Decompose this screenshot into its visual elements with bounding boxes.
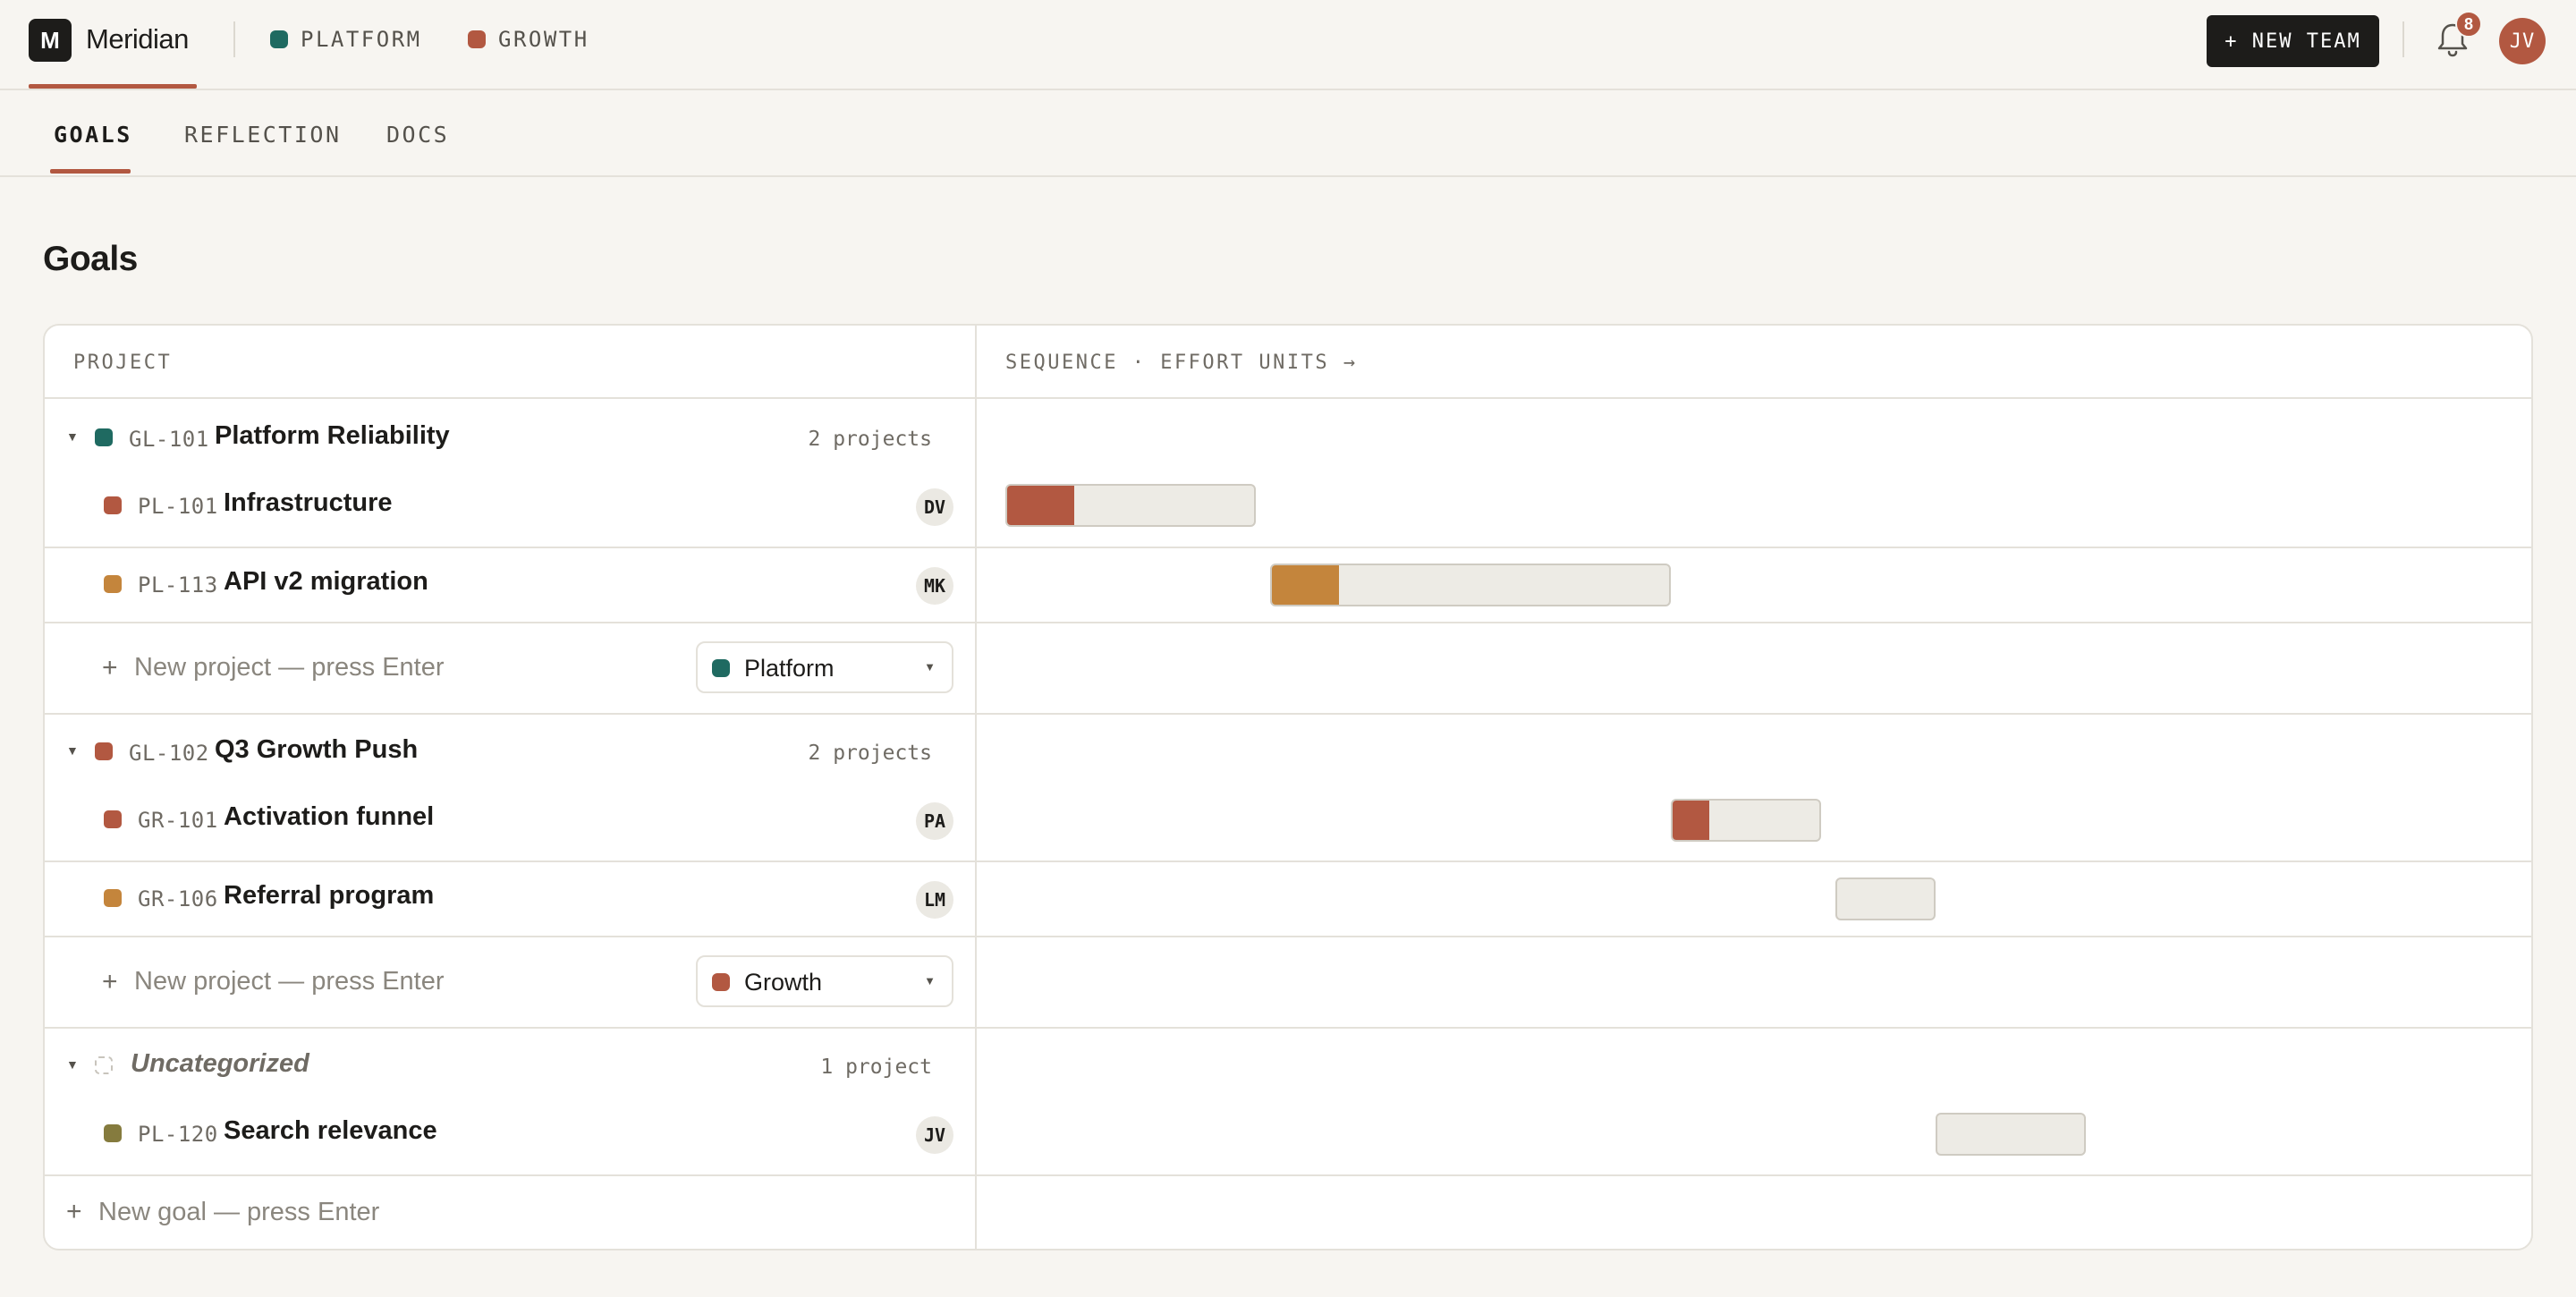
new-goal-input[interactable]: New goal — press Enter: [98, 1198, 379, 1227]
new-project-input[interactable]: New project — press Enter: [134, 967, 445, 996]
project-title[interactable]: API v2 migration: [224, 567, 428, 597]
effort-bar[interactable]: [1671, 799, 1821, 842]
project-id: GR-106: [138, 886, 218, 911]
project-title[interactable]: Search relevance: [224, 1116, 437, 1146]
goal-row[interactable]: ▼ Uncategorized 1 project: [45, 1029, 2531, 1102]
active-workspace-indicator: [29, 84, 197, 89]
project-color-dot: [104, 496, 122, 514]
goal-title[interactable]: Q3 Growth Push: [215, 735, 418, 765]
goal-color-dot: [95, 1056, 113, 1074]
owner-avatar[interactable]: MK: [916, 567, 953, 605]
project-color-dot: [104, 575, 122, 593]
team-label: GROWTH: [498, 27, 589, 52]
caret-down-icon[interactable]: ▼: [66, 743, 79, 758]
project-color-dot: [104, 810, 122, 828]
team-growth[interactable]: GROWTH: [468, 27, 589, 52]
team-platform[interactable]: PLATFORM: [270, 27, 422, 52]
app-logo[interactable]: M: [29, 19, 72, 62]
project-id: PL-113: [138, 572, 218, 598]
effort-bar-progress: [1272, 565, 1340, 605]
plus-icon: +: [102, 653, 118, 682]
owner-avatar[interactable]: JV: [916, 1116, 953, 1154]
tab-goals[interactable]: GOALS: [54, 122, 132, 148]
team-select-value: Growth: [744, 969, 823, 996]
project-id: PL-101: [138, 494, 218, 519]
project-title[interactable]: Infrastructure: [224, 488, 393, 518]
effort-bar-progress: [1673, 801, 1709, 840]
goal-title[interactable]: Platform Reliability: [215, 421, 450, 451]
project-title[interactable]: Activation funnel: [224, 802, 434, 832]
project-row[interactable]: GR-106 Referral program LM: [45, 862, 2531, 937]
goal-row[interactable]: ▼ GL-102 Q3 Growth Push 2 projects: [45, 715, 2531, 788]
project-id: PL-120: [138, 1122, 218, 1147]
team-color-dot: [468, 30, 486, 48]
effort-bar[interactable]: [1270, 564, 1671, 606]
new-project-row[interactable]: + New project — press Enter Growth ▼: [45, 937, 2531, 1029]
user-avatar[interactable]: JV: [2499, 18, 2546, 64]
new-project-row[interactable]: + New project — press Enter Platform ▼: [45, 623, 2531, 715]
effort-bar[interactable]: [1835, 877, 1936, 920]
tab-reflection[interactable]: REFLECTION: [184, 122, 342, 148]
tab-docs[interactable]: DOCS: [386, 122, 449, 148]
effort-bar[interactable]: [1936, 1113, 2086, 1156]
project-id: GR-101: [138, 808, 218, 833]
app-name: Meridian: [86, 23, 189, 55]
chevron-down-icon: ▼: [924, 974, 936, 988]
team-select[interactable]: Platform ▼: [696, 641, 953, 693]
team-color-dot: [712, 659, 730, 677]
team-color-dot: [270, 30, 288, 48]
caret-down-icon[interactable]: ▼: [66, 429, 79, 444]
divider: [2402, 21, 2404, 57]
column-header-project: PROJECT: [73, 352, 173, 374]
page-title: Goals: [43, 240, 138, 278]
plus-icon: +: [102, 967, 118, 996]
column-header-sequence: SEQUENCE · EFFORT UNITS →: [1005, 352, 1358, 374]
project-row[interactable]: PL-113 API v2 migration MK: [45, 548, 2531, 623]
project-row[interactable]: PL-120 Search relevance JV: [45, 1102, 2531, 1176]
chevron-down-icon: ▼: [924, 660, 936, 674]
effort-bar[interactable]: [1005, 484, 1256, 527]
plus-icon: +: [66, 1197, 82, 1226]
goal-id: GL-102: [129, 741, 209, 766]
team-select[interactable]: Growth ▼: [696, 955, 953, 1007]
goal-project-count: 2 projects: [808, 428, 932, 451]
team-label: PLATFORM: [301, 27, 422, 52]
tab-bar: GOALS REFLECTION DOCS: [0, 90, 2576, 177]
owner-avatar[interactable]: DV: [916, 488, 953, 526]
project-row[interactable]: GR-101 Activation funnel PA: [45, 788, 2531, 862]
new-project-input[interactable]: New project — press Enter: [134, 653, 445, 682]
project-color-dot: [104, 889, 122, 907]
project-row[interactable]: PL-101 Infrastructure DV: [45, 474, 2531, 548]
goal-color-dot: [95, 742, 113, 760]
notification-badge: 8: [2455, 11, 2482, 38]
owner-avatar[interactable]: PA: [916, 802, 953, 840]
goal-project-count: 1 project: [820, 1055, 932, 1079]
goal-row[interactable]: ▼ GL-101 Platform Reliability 2 projects: [45, 401, 2531, 474]
project-color-dot: [104, 1124, 122, 1142]
goal-title[interactable]: Uncategorized: [131, 1049, 309, 1079]
team-select-value: Platform: [744, 655, 835, 682]
goal-id: GL-101: [129, 427, 209, 452]
table-header: PROJECT SEQUENCE · EFFORT UNITS →: [45, 326, 2531, 399]
owner-avatar[interactable]: LM: [916, 881, 953, 919]
new-goal-row[interactable]: + New goal — press Enter: [45, 1176, 2531, 1249]
effort-bar-progress: [1007, 486, 1074, 525]
project-title[interactable]: Referral program: [224, 881, 434, 911]
goals-table: PROJECT SEQUENCE · EFFORT UNITS → ▼ GL-1…: [43, 324, 2533, 1250]
team-color-dot: [712, 973, 730, 991]
active-tab-indicator: [50, 169, 131, 174]
top-bar: M Meridian PLATFORM GROWTH + NEW TEAM 8 …: [0, 0, 2576, 90]
new-team-button[interactable]: + NEW TEAM: [2207, 15, 2379, 67]
goal-color-dot: [95, 428, 113, 446]
goal-project-count: 2 projects: [808, 742, 932, 765]
divider: [233, 21, 235, 57]
caret-down-icon[interactable]: ▼: [66, 1057, 79, 1072]
